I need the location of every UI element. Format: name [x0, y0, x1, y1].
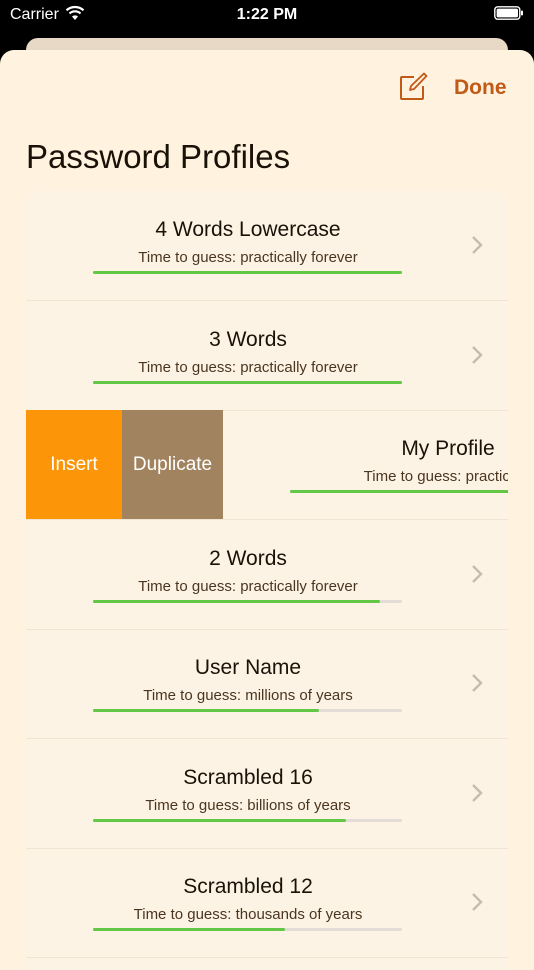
done-button[interactable]: Done — [454, 76, 507, 100]
profile-time-to-guess: Time to guess: thousands of years — [133, 906, 363, 923]
insert-button[interactable]: Insert — [26, 410, 122, 519]
profile-name: 4 Words Lowercase — [155, 218, 341, 241]
status-bar: Carrier 1:22 PM — [0, 0, 534, 30]
strength-bar — [93, 709, 402, 712]
compose-icon[interactable] — [398, 72, 428, 102]
strength-bar-fill — [93, 381, 402, 384]
profile-name: Scrambled 16 — [183, 766, 313, 789]
strength-bar-fill — [93, 271, 402, 274]
profile-name: Scrambled 12 — [183, 875, 313, 898]
profile-time-to-guess: Time to guess: millions of years — [143, 687, 353, 704]
profile-name: My Profile — [401, 437, 495, 460]
profile-name: User Name — [194, 656, 302, 679]
chevron-right-icon — [472, 236, 483, 254]
profile-row[interactable]: 3 Words Time to guess: practically forev… — [26, 301, 508, 411]
strength-bar — [93, 928, 402, 931]
profile-name: 3 Words — [209, 328, 287, 351]
profile-time-to-guess: Time to guess: billions of years — [145, 797, 351, 814]
strength-bar — [93, 819, 402, 822]
clock-label: 1:22 PM — [236, 6, 298, 23]
profile-name: 2 Words — [209, 547, 287, 570]
strength-bar — [93, 600, 402, 603]
chevron-right-icon — [472, 346, 483, 364]
profile-time-to-guess: Time to guess: practically forever — [138, 578, 358, 595]
strength-bar-fill — [93, 709, 319, 712]
strength-bar-fill — [93, 600, 381, 603]
profile-time-to-guess: Time to guess: practically forever — [138, 249, 358, 266]
profiles-sheet: Done Password Profiles 4 Words Lowercase… — [0, 50, 534, 970]
chevron-right-icon — [472, 565, 483, 583]
strength-bar-fill — [93, 928, 285, 931]
page-title: Password Profiles — [26, 138, 291, 175]
chevron-right-icon — [472, 674, 483, 692]
strength-bar-fill — [93, 819, 347, 822]
profile-row[interactable]: User Name Time to guess: millions of yea… — [26, 629, 508, 739]
strength-bar — [93, 271, 402, 274]
duplicate-button[interactable]: Duplicate — [122, 410, 223, 519]
profile-row[interactable]: Scrambled 16 Time to guess: billions of … — [26, 739, 508, 849]
battery-icon — [494, 6, 523, 20]
profiles-list: 4 Words Lowercase Time to guess: practic… — [26, 191, 508, 970]
profile-time-to-guess: Time to guess: practically forever — [138, 359, 358, 376]
strength-bar — [93, 381, 402, 384]
chevron-right-icon — [472, 784, 483, 802]
chevron-right-icon — [472, 893, 483, 911]
profile-row[interactable]: 4 Words Lowercase Time to guess: practic… — [26, 191, 508, 301]
profile-row-swiped[interactable]: Insert Duplicate My Profile Time to gues… — [26, 410, 508, 520]
profile-time-to-guess: Time to guess: practically — [363, 468, 508, 485]
strength-bar — [290, 490, 508, 493]
profile-row[interactable]: 2 Words Time to guess: practically forev… — [26, 520, 508, 630]
profile-row[interactable]: Scrambled 12 Time to guess: thousands of… — [26, 848, 508, 958]
strength-bar-fill — [290, 490, 508, 493]
